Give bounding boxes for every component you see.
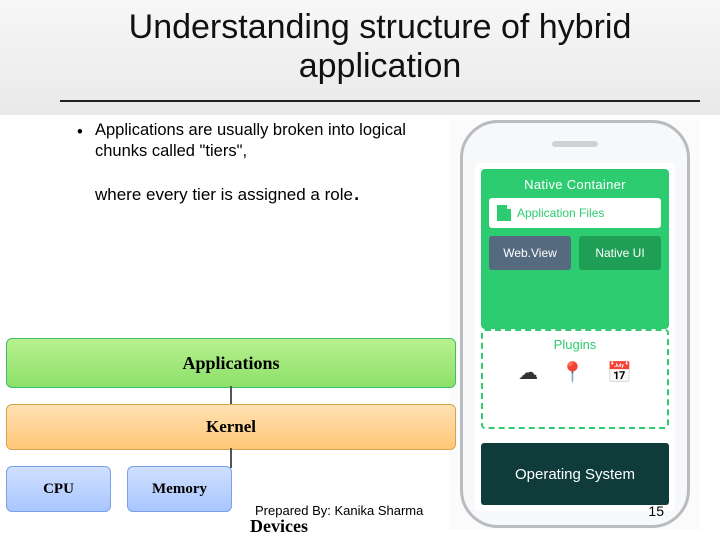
bullet-dot-icon: • [77,122,83,143]
webview-nativeui-row: Web.View Native UI [489,236,661,270]
connector-line [230,448,232,468]
bullet-line-2-period: . [353,176,360,206]
title-underline [60,100,700,102]
application-files-box: Application Files [489,198,661,228]
phone-speaker-icon [552,141,598,147]
prepared-by-footer: Prepared By: Kanika Sharma [255,503,423,518]
calendar-icon: 📅 [607,360,632,385]
cloud-icon: ☁ [518,360,538,385]
document-icon [497,205,511,221]
phone-diagram: Native Container Application Files Web.V… [450,120,700,530]
bullet-line-1: Applications are usually broken into log… [95,120,415,161]
plugins-label: Plugins [483,337,667,352]
memory-box: Memory [127,466,232,512]
slide-title: Understanding structure of hybrid applic… [60,8,700,86]
map-pin-icon: 📍 [560,360,585,385]
application-files-label: Application Files [517,206,604,220]
bullet-line-2: where every tier is assigned a role. [95,175,415,208]
devices-label: Devices [250,516,308,537]
bullet-line-2-text: where every tier is assigned a role [95,185,353,204]
native-ui-box: Native UI [579,236,661,270]
slide-number: 15 [648,503,664,519]
kernel-layer-box: Kernel [6,404,456,450]
native-container-label: Native Container [489,177,661,192]
cpu-box: CPU [6,466,111,512]
native-container-box: Native Container Application Files Web.V… [481,169,669,329]
bullet-text: • Applications are usually broken into l… [95,120,415,208]
webview-box: Web.View [489,236,571,270]
connector-line [230,386,232,406]
phone-frame: Native Container Application Files Web.V… [460,120,690,528]
applications-layer-box: Applications [6,338,456,388]
plugins-icon-row: ☁ 📍 📅 [483,360,667,385]
plugins-box: Plugins ☁ 📍 📅 [481,329,669,429]
phone-screen: Native Container Application Files Web.V… [475,163,675,511]
operating-system-box: Operating System [481,443,669,505]
